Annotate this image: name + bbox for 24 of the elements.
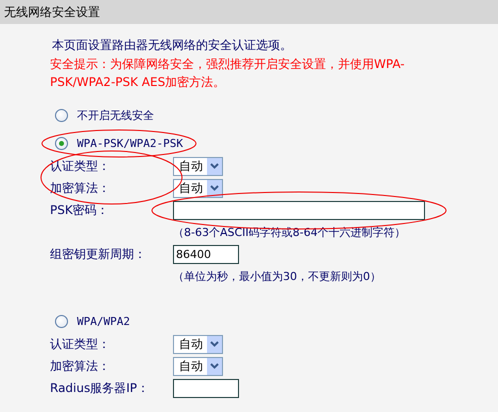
option-label: WPA/WPA2 <box>77 314 130 328</box>
field-label: 加密算法： <box>50 358 111 374</box>
input-field[interactable] <box>173 200 425 220</box>
field-label: 加密算法： <box>50 180 111 196</box>
warning-text: 安全提示：为保障网络安全，强烈推荐开启安全设置，并使用WPA-PSK/WPA2-PSK AES加密方法。 <box>50 56 406 91</box>
radio-button[interactable] <box>55 136 68 150</box>
dropdown[interactable]: 自动 <box>173 334 223 354</box>
option-label: WPA-PSK/WPA2-PSK <box>77 136 183 150</box>
field-label: PSK密码： <box>50 202 110 218</box>
field-label: 认证类型： <box>50 158 111 174</box>
radio-button[interactable] <box>55 314 68 328</box>
window-title: 无线网络安全设置 <box>4 4 100 20</box>
hint-text: （单位为秒，最小值为30，不更新则为0） <box>173 268 381 284</box>
field-label: 组密钥更新周期： <box>50 246 147 262</box>
option-label: 不开启无线安全 <box>77 108 154 122</box>
dropdown[interactable]: 自动 <box>173 356 223 376</box>
input-field[interactable] <box>173 378 239 398</box>
input-field[interactable]: 86400 <box>173 244 239 264</box>
field-label: 认证类型： <box>50 336 111 352</box>
radio-button[interactable] <box>55 108 68 122</box>
dropdown[interactable]: 自动 <box>173 156 223 176</box>
intro-text: 本页面设置路由器无线网络的安全认证选项。 <box>51 37 293 54</box>
dropdown[interactable]: 自动 <box>173 178 223 198</box>
field-label: Radius服务器IP： <box>50 380 150 396</box>
